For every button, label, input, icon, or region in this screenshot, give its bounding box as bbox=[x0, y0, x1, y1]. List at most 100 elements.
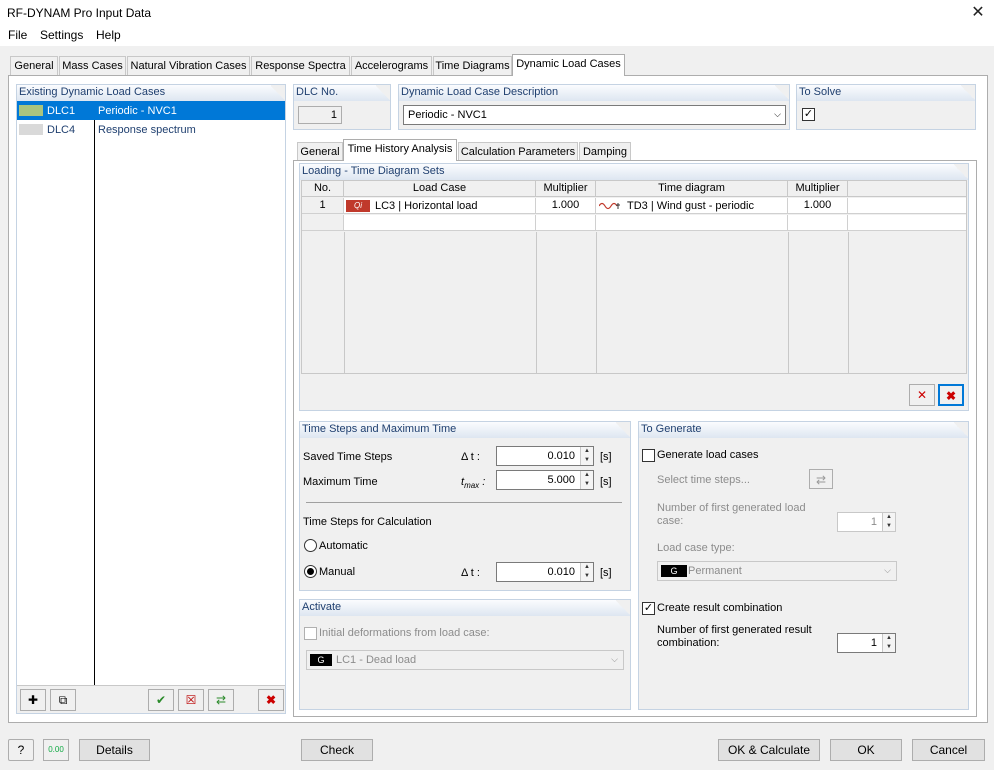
loading-title: Loading - Time Diagram Sets bbox=[300, 164, 968, 180]
cancel-button[interactable]: Cancel bbox=[912, 739, 985, 761]
menu-help[interactable]: Help bbox=[96, 28, 121, 42]
divider bbox=[306, 502, 622, 503]
row-number: 1 bbox=[302, 198, 344, 214]
lc-type-combo[interactable]: G Permanent ⌵ bbox=[657, 561, 897, 581]
saved-time-steps-input[interactable]: 0.010 ▲ ▼ bbox=[496, 446, 594, 466]
permanent-badge: G bbox=[310, 654, 332, 666]
help-icon[interactable]: ? bbox=[8, 739, 34, 761]
check-button[interactable]: Check bbox=[301, 739, 373, 761]
manual-label[interactable]: Manual bbox=[319, 566, 355, 578]
copy-dlc-icon[interactable]: ⧉ bbox=[50, 689, 76, 711]
tab-general[interactable]: General bbox=[10, 56, 58, 76]
maximum-time-input[interactable]: 5.000 ▲ ▼ bbox=[496, 470, 594, 490]
first-generated-lc-value: 1 bbox=[870, 516, 877, 528]
spinner-icon[interactable]: ▲ ▼ bbox=[580, 447, 593, 465]
spinner-icon[interactable]: ▲ ▼ bbox=[580, 563, 593, 581]
check-all-icon[interactable]: ✔ bbox=[148, 689, 174, 711]
automatic-label[interactable]: Automatic bbox=[319, 540, 368, 552]
delete-row-icon[interactable]: ✕ bbox=[909, 384, 935, 406]
ok-calculate-button[interactable]: OK & Calculate bbox=[718, 739, 820, 761]
initial-deformations-checkbox[interactable] bbox=[304, 627, 317, 640]
menu-file[interactable]: File bbox=[8, 28, 27, 42]
initial-deformations-label[interactable]: Initial deformations from load case: bbox=[319, 627, 490, 639]
calculator-icon[interactable]: 0.00 bbox=[43, 739, 69, 761]
maximum-time-unit: [s] bbox=[600, 476, 612, 488]
to-generate-title: To Generate bbox=[639, 422, 968, 438]
time-diagram-value: TD3 | Wind gust - periodic bbox=[627, 200, 754, 212]
manual-time-step-input[interactable]: 0.010 ▲ ▼ bbox=[496, 562, 594, 582]
saved-time-steps-unit: [s] bbox=[600, 451, 612, 463]
col-header-no: No. bbox=[302, 181, 344, 197]
initial-deformations-combo[interactable]: G LC1 - Dead load ⌵ bbox=[306, 650, 624, 670]
dlc-list-group: Existing Dynamic Load Cases DLC1 Periodi… bbox=[16, 84, 286, 714]
multiplier-cell-2[interactable]: 1.000 bbox=[788, 198, 848, 214]
delete-all-icon[interactable]: ✖ bbox=[938, 384, 964, 406]
window-title: RF-DYNAM Pro Input Data bbox=[7, 6, 152, 20]
manual-radio[interactable] bbox=[304, 565, 317, 578]
generate-load-cases-checkbox[interactable] bbox=[642, 449, 655, 462]
manual-time-step-unit: [s] bbox=[600, 567, 612, 579]
delete-dlc-icon[interactable]: ✖ bbox=[258, 689, 284, 711]
loading-table: No. Load Case Multiplier Time diagram Mu… bbox=[301, 180, 967, 374]
menu-settings[interactable]: Settings bbox=[40, 28, 83, 42]
dlc-name[interactable]: Response spectrum bbox=[98, 124, 196, 136]
multiplier-cell[interactable]: 1.000 bbox=[536, 198, 596, 214]
chevron-down-icon: ⌵ bbox=[774, 109, 781, 119]
first-generated-lc-input[interactable]: 1 ▲ ▼ bbox=[837, 512, 896, 532]
subtab-damping[interactable]: Damping bbox=[579, 142, 631, 162]
manual-time-step-value: 0.010 bbox=[547, 566, 575, 578]
activate-group: Activate Initial deformations from load … bbox=[299, 599, 631, 710]
time-steps-title: Time Steps and Maximum Time bbox=[300, 422, 630, 438]
col-header-load-case: Load Case bbox=[344, 181, 536, 197]
generate-load-cases-label[interactable]: Generate load cases bbox=[657, 449, 759, 461]
first-generated-rc-input[interactable]: 1 ▲ ▼ bbox=[837, 633, 896, 653]
first-generated-rc-label: Number of first generated result combina… bbox=[657, 624, 812, 649]
load-case-cell[interactable]: Qi LC3 | Horizontal load bbox=[344, 198, 536, 214]
lc-type-value: Permanent bbox=[688, 565, 742, 577]
menu-bar bbox=[0, 26, 994, 46]
dlc-name[interactable]: Periodic - NVC1 bbox=[98, 105, 177, 117]
to-solve-checkbox[interactable]: ✓ bbox=[802, 108, 815, 121]
initial-deformations-value: LC1 - Dead load bbox=[336, 654, 417, 666]
result-combination-label[interactable]: Create result combination bbox=[657, 602, 782, 614]
spinner-icon[interactable]: ▲ ▼ bbox=[580, 471, 593, 489]
tab-accelerograms[interactable]: Accelerograms bbox=[351, 56, 432, 76]
spinner-icon[interactable]: ▲ ▼ bbox=[882, 634, 895, 652]
saved-time-steps-value: 0.010 bbox=[547, 450, 575, 462]
ok-button[interactable]: OK bbox=[830, 739, 902, 761]
spinner-icon[interactable]: ▲ ▼ bbox=[882, 513, 895, 531]
time-steps-calc-label: Time Steps for Calculation bbox=[303, 516, 432, 528]
toggle-check-icon[interactable]: ⇄ bbox=[208, 689, 234, 711]
calculator-icon-text: 0.00 bbox=[48, 745, 64, 754]
col-header-multiplier-2: Multiplier bbox=[788, 181, 848, 197]
result-combination-checkbox[interactable]: ✓ bbox=[642, 602, 655, 615]
new-dlc-icon[interactable]: ✚ bbox=[20, 689, 46, 711]
tab-time-diagrams[interactable]: Time Diagrams bbox=[433, 56, 512, 76]
close-icon[interactable]: ✕ bbox=[968, 3, 988, 23]
tab-natural-vibration-cases[interactable]: Natural Vibration Cases bbox=[127, 56, 250, 76]
description-combo[interactable]: Periodic - NVC1 ⌵ bbox=[403, 105, 786, 125]
details-button[interactable]: Details bbox=[79, 739, 150, 761]
time-diagram-cell[interactable]: TD3 | Wind gust - periodic bbox=[596, 198, 788, 214]
dlc-color-swatch bbox=[19, 124, 43, 135]
subtab-calculation-parameters[interactable]: Calculation Parameters bbox=[458, 142, 578, 162]
subtab-time-history-analysis[interactable]: Time History Analysis bbox=[343, 139, 457, 161]
uncheck-all-icon[interactable]: ☒ bbox=[178, 689, 204, 711]
select-time-steps-icon[interactable]: ⇄ bbox=[809, 469, 833, 489]
time-steps-group: Time Steps and Maximum Time Saved Time S… bbox=[299, 421, 631, 591]
lc-type-label: Load case type: bbox=[657, 542, 735, 554]
tab-response-spectra[interactable]: Response Spectra bbox=[251, 56, 350, 76]
load-type-badge: Qi bbox=[346, 200, 370, 212]
activate-title: Activate bbox=[300, 600, 630, 616]
subtab-general[interactable]: General bbox=[297, 142, 343, 162]
maximum-time-value: 5.000 bbox=[547, 474, 575, 486]
description-group: Dynamic Load Case Description Periodic -… bbox=[398, 84, 790, 130]
tab-mass-cases[interactable]: Mass Cases bbox=[59, 56, 126, 76]
saved-delta-symbol: Δ t : bbox=[461, 451, 480, 463]
automatic-radio[interactable] bbox=[304, 539, 317, 552]
tab-dynamic-load-cases[interactable]: Dynamic Load Cases bbox=[512, 54, 625, 76]
select-time-steps-label: Select time steps... bbox=[657, 474, 750, 486]
dlc-no-field: 1 bbox=[298, 106, 342, 124]
dlc-id[interactable]: DLC4 bbox=[47, 124, 75, 136]
dlc-id[interactable]: DLC1 bbox=[47, 105, 75, 117]
